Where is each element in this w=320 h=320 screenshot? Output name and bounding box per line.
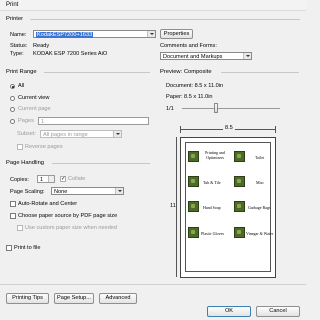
page-scaling-value: None bbox=[54, 189, 68, 195]
status-label: Status: bbox=[10, 43, 28, 49]
choose-paper-source-label: Choose paper source by PDF page size bbox=[18, 213, 118, 219]
preview-item-label: Hand Soap bbox=[203, 205, 221, 210]
print-range-group-label: Print Range bbox=[6, 69, 37, 75]
window-title: Print bbox=[6, 2, 19, 8]
printer-name-value: KodakESP7200+1633 bbox=[36, 32, 94, 38]
printer-group-label: Printer bbox=[6, 16, 24, 22]
image-thumbnail bbox=[188, 227, 199, 238]
document-size: Document: 8.5 x 11.0in bbox=[166, 83, 224, 89]
current-page-label: Current page bbox=[18, 106, 51, 112]
pages-radio[interactable] bbox=[10, 119, 15, 124]
reverse-pages-checkbox[interactable] bbox=[17, 144, 23, 150]
collate-label: Collate bbox=[68, 176, 86, 182]
preview-item-label: Printing and Optimizers bbox=[205, 150, 225, 160]
chevron-down-icon bbox=[113, 131, 121, 137]
comments-forms-value: Document and Markups bbox=[163, 54, 223, 60]
image-thumbnail bbox=[188, 201, 199, 212]
printer-name-label: Name: bbox=[10, 32, 27, 38]
subset-select[interactable]: All pages in range bbox=[40, 130, 122, 138]
preview-item-label: Misc bbox=[256, 180, 264, 185]
width-dimension-tick bbox=[275, 126, 276, 133]
image-thumbnail bbox=[234, 151, 245, 162]
pages-label: Pages bbox=[18, 118, 34, 124]
comments-forms-label: Comments and Forms: bbox=[160, 43, 217, 49]
printer-divider bbox=[30, 19, 300, 20]
page-handling-group-label: Page Handling bbox=[6, 160, 45, 166]
preview-divider bbox=[221, 72, 299, 73]
reverse-pages-label: Reverse pages bbox=[25, 144, 63, 150]
print-to-file-checkbox[interactable] bbox=[6, 245, 12, 251]
choose-paper-source-checkbox[interactable] bbox=[10, 213, 16, 219]
collate-checkbox[interactable] bbox=[60, 176, 66, 182]
title-bar: Print bbox=[0, 0, 306, 11]
status-value: Ready bbox=[33, 43, 50, 49]
preview-item-label: Plastic Gloves bbox=[201, 231, 224, 236]
pages-input[interactable]: 1 bbox=[38, 117, 149, 125]
preview-item-label: Tub & Tile bbox=[203, 180, 221, 185]
image-thumbnail bbox=[188, 176, 199, 187]
page-setup-button[interactable]: Page Setup... bbox=[54, 293, 94, 304]
chevron-down-icon bbox=[243, 53, 251, 59]
cancel-button[interactable]: Cancel bbox=[256, 306, 300, 317]
chevron-down-icon bbox=[147, 31, 155, 37]
subset-label: Subset: bbox=[17, 131, 36, 137]
chevron-down-icon bbox=[115, 188, 123, 194]
advanced-button[interactable]: Advanced bbox=[99, 293, 137, 304]
print-to-file-label: Print to file bbox=[14, 245, 41, 251]
preview-group-label: Preview: Composite bbox=[160, 69, 212, 75]
properties-button-label: Properties bbox=[163, 31, 190, 37]
image-thumbnail bbox=[234, 201, 245, 212]
pages-input-value: 1 bbox=[41, 119, 45, 125]
subset-value: All pages in range bbox=[43, 132, 88, 138]
width-dimension-tick bbox=[180, 126, 181, 133]
custom-paper-checkbox[interactable] bbox=[17, 225, 23, 231]
all-radio[interactable] bbox=[10, 84, 15, 89]
comments-forms-select[interactable]: Document and Markups bbox=[160, 52, 252, 60]
copies-value: 1 bbox=[40, 177, 44, 183]
advanced-label: Advanced bbox=[105, 295, 131, 301]
preview-item-label: Toilet bbox=[255, 155, 265, 160]
zoom-label: 1/1 bbox=[166, 106, 174, 112]
type-value: KODAK ESP 7200 Series AiO bbox=[33, 51, 108, 57]
all-label: All bbox=[18, 83, 25, 89]
printing-tips-label: Printing Tips bbox=[12, 295, 43, 301]
page-handling-divider bbox=[52, 163, 150, 164]
footer-divider bbox=[0, 284, 306, 285]
image-thumbnail bbox=[234, 176, 245, 187]
auto-rotate-label: Auto-Rotate and Center bbox=[18, 201, 78, 207]
preview-item-label: Garbage Bags bbox=[248, 205, 271, 210]
width-label: 8.5 bbox=[223, 125, 235, 131]
spinner-arrows-icon[interactable] bbox=[48, 176, 54, 182]
ok-label: OK bbox=[224, 308, 234, 314]
printer-name-select[interactable]: KodakESP7200+1633 bbox=[33, 30, 156, 38]
copies-stepper[interactable]: 1 bbox=[37, 175, 55, 183]
copies-label: Copies: bbox=[10, 177, 29, 183]
page-scaling-select[interactable]: None bbox=[51, 187, 124, 195]
custom-paper-label: Use custom paper size when needed bbox=[25, 225, 118, 231]
print-range-divider bbox=[44, 72, 150, 73]
ok-button[interactable]: OK bbox=[207, 306, 251, 317]
cancel-label: Cancel bbox=[269, 308, 287, 314]
current-page-radio[interactable] bbox=[10, 107, 15, 112]
current-view-label: Current view bbox=[18, 95, 50, 101]
paper-size: Paper: 8.5 x 11.0in bbox=[166, 94, 213, 100]
height-dimension-line bbox=[176, 137, 177, 277]
current-view-radio[interactable] bbox=[10, 96, 15, 101]
type-label: Type: bbox=[10, 51, 24, 57]
properties-button[interactable]: Properties bbox=[160, 29, 193, 39]
printing-tips-button[interactable]: Printing Tips bbox=[6, 293, 49, 304]
zoom-slider-track[interactable] bbox=[182, 108, 280, 109]
image-thumbnail bbox=[188, 151, 199, 162]
page-setup-label: Page Setup... bbox=[57, 295, 91, 301]
height-label: 11 bbox=[170, 202, 176, 210]
page-scaling-label: Page Scaling: bbox=[10, 189, 45, 195]
preview-item-label: Vinegar & Water bbox=[246, 231, 274, 236]
auto-rotate-checkbox[interactable] bbox=[10, 201, 16, 207]
image-thumbnail bbox=[234, 227, 245, 238]
zoom-slider-thumb[interactable] bbox=[214, 103, 218, 113]
